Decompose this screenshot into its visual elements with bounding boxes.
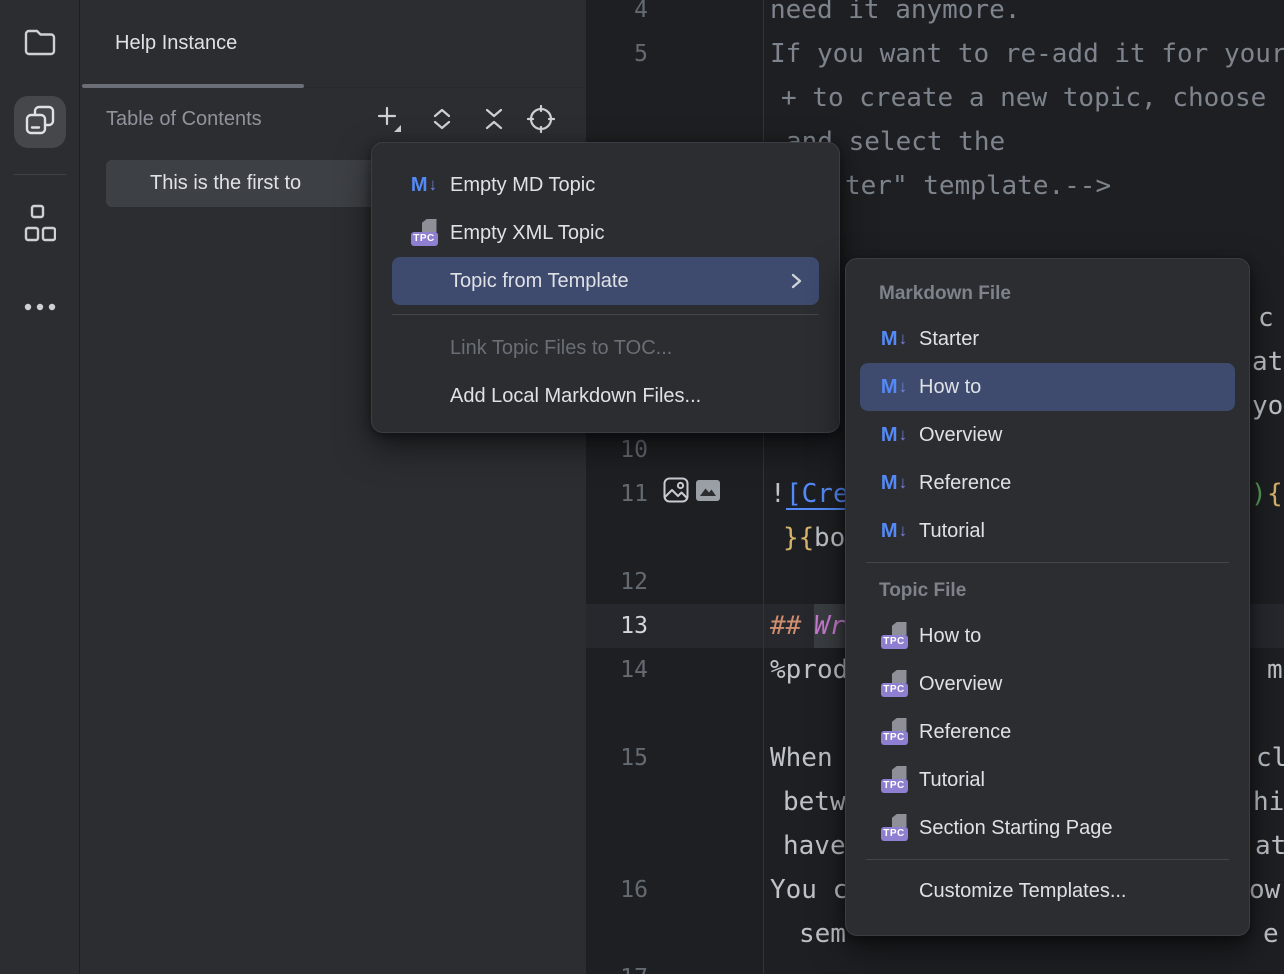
submenu-item-how-to-topic[interactable]: TPC How to: [846, 612, 1249, 660]
editor-text: m: [1267, 648, 1283, 692]
editor-text: !: [770, 472, 786, 516]
editor-text: ): [1251, 472, 1267, 516]
line-number: 17: [586, 956, 648, 974]
line-number: 14: [586, 648, 648, 692]
collapse-all-icon: [482, 106, 506, 137]
submenu-separator: [866, 562, 1229, 563]
line-number: 4: [586, 0, 648, 32]
add-icon: [376, 105, 402, 138]
image-file-gutter-icon[interactable]: [696, 480, 720, 501]
image-preview-gutter-icon[interactable]: [663, 477, 689, 503]
tab-help-instance[interactable]: Help Instance: [115, 0, 237, 86]
more-icon: [23, 299, 57, 317]
add-topic-context-menu: M↓ Empty MD Topic TPC Empty XML Topic To…: [371, 142, 840, 433]
topic-file-icon: TPC: [881, 622, 908, 650]
editor-text: need it anymore.: [770, 0, 1020, 32]
line-number: 12: [586, 560, 648, 604]
menu-item-topic-from-template[interactable]: Topic from Template: [392, 257, 819, 305]
submenu-header-topic-file: Topic File: [846, 570, 1249, 612]
editor-text: you: [1252, 384, 1284, 428]
expand-all-icon: [430, 106, 454, 137]
line-number: 15: [586, 736, 648, 780]
topic-file-icon: TPC: [881, 766, 908, 794]
editor-text: sem: [799, 912, 846, 956]
expand-all-button[interactable]: [423, 102, 461, 140]
markdown-heading-hashes: ##: [770, 604, 801, 648]
markdown-heading-text: Wr: [814, 604, 846, 648]
project-tool-button[interactable]: [14, 18, 66, 70]
instances-icon: [24, 104, 56, 141]
submenu-item-section-starting-page[interactable]: TPC Section Starting Page: [846, 804, 1249, 852]
structure-tool-button[interactable]: [14, 200, 66, 252]
editor-text: c: [1258, 296, 1274, 340]
editor-text: + to create a new topic, choose ": [781, 76, 1284, 120]
line-number: 10: [586, 428, 648, 472]
more-tool-windows-button[interactable]: [14, 282, 66, 334]
folder-icon: [23, 27, 57, 62]
markdown-file-icon: M↓: [879, 421, 909, 449]
editor-text: You c: [770, 868, 848, 912]
submenu-item-starter[interactable]: M↓ Starter: [846, 315, 1249, 363]
markdown-file-icon: M↓: [879, 517, 909, 545]
editor-text: his: [1253, 780, 1284, 824]
submenu-item-overview-md[interactable]: M↓ Overview: [846, 411, 1249, 459]
markdown-file-icon: M↓: [879, 325, 909, 353]
editor-text: have: [783, 824, 846, 868]
tool-window-rail: [0, 0, 80, 974]
line-number: 16: [586, 868, 648, 912]
editor-text: ow: [1249, 868, 1280, 912]
structure-icon: [24, 204, 56, 249]
toc-title: Table of Contents: [106, 108, 262, 131]
tree-item-label: This is the first to: [106, 160, 378, 207]
toc-tree-item-first-topic[interactable]: This is the first to: [106, 160, 378, 207]
current-line-number: 13: [586, 604, 648, 648]
submenu-separator: [866, 859, 1229, 860]
menu-item-link-topic-files[interactable]: Link Topic Files to TOC...: [372, 324, 839, 372]
editor-text: at: [1255, 824, 1284, 868]
editor-text: at: [1252, 340, 1283, 384]
menu-item-add-local-markdown[interactable]: Add Local Markdown Files...: [372, 372, 839, 420]
tool-window-header: Help Instance: [80, 0, 586, 88]
topic-file-icon: TPC: [411, 219, 438, 247]
editor-text: If you want to re-add it for your: [770, 32, 1284, 76]
locate-opened-file-button[interactable]: [522, 102, 560, 140]
topic-file-icon: TPC: [881, 718, 908, 746]
markdown-file-icon: M↓: [879, 469, 909, 497]
collapse-all-button[interactable]: [475, 102, 513, 140]
editor-text: cl: [1256, 736, 1284, 780]
menu-item-empty-md-topic[interactable]: M↓ Empty MD Topic: [372, 161, 839, 209]
editor-text: When: [770, 736, 833, 780]
editor-text: {: [1267, 472, 1283, 516]
line-number: 11: [586, 472, 648, 516]
topic-file-icon: TPC: [881, 670, 908, 698]
editor-link-text[interactable]: [Cre: [786, 472, 849, 516]
submenu-item-reference-topic[interactable]: TPC Reference: [846, 708, 1249, 756]
menu-separator: [392, 314, 819, 315]
rail-divider: [14, 174, 66, 175]
submenu-item-customize-templates[interactable]: Customize Templates...: [846, 867, 1249, 915]
writerside-instances-tool-button[interactable]: [14, 96, 66, 148]
topic-file-icon: TPC: [881, 814, 908, 842]
submenu-arrow-icon: [790, 270, 803, 292]
line-number: 5: [586, 32, 648, 76]
editor-text: ter" template.-->: [845, 164, 1111, 208]
menu-item-empty-xml-topic[interactable]: TPC Empty XML Topic: [372, 209, 839, 257]
submenu-item-overview-topic[interactable]: TPC Overview: [846, 660, 1249, 708]
locate-icon: [527, 105, 555, 138]
submenu-item-reference-md[interactable]: M↓ Reference: [846, 459, 1249, 507]
topic-template-submenu: Markdown File M↓ Starter M↓ How to M↓ Ov…: [845, 258, 1250, 936]
markdown-file-icon: M↓: [879, 373, 909, 401]
editor-text: %prod: [770, 648, 848, 692]
submenu-item-how-to-md[interactable]: M↓ How to: [860, 363, 1235, 411]
editor-text: e: [1263, 912, 1279, 956]
submenu-item-tutorial-md[interactable]: M↓ Tutorial: [846, 507, 1249, 555]
submenu-header-markdown-file: Markdown File: [846, 273, 1249, 315]
editor-text: betw: [783, 780, 846, 824]
add-topic-button[interactable]: [370, 102, 408, 140]
markdown-file-icon: M↓: [409, 171, 439, 199]
editor-text: }{: [783, 516, 814, 560]
editor-text: bo: [814, 516, 845, 560]
submenu-item-tutorial-topic[interactable]: TPC Tutorial: [846, 756, 1249, 804]
